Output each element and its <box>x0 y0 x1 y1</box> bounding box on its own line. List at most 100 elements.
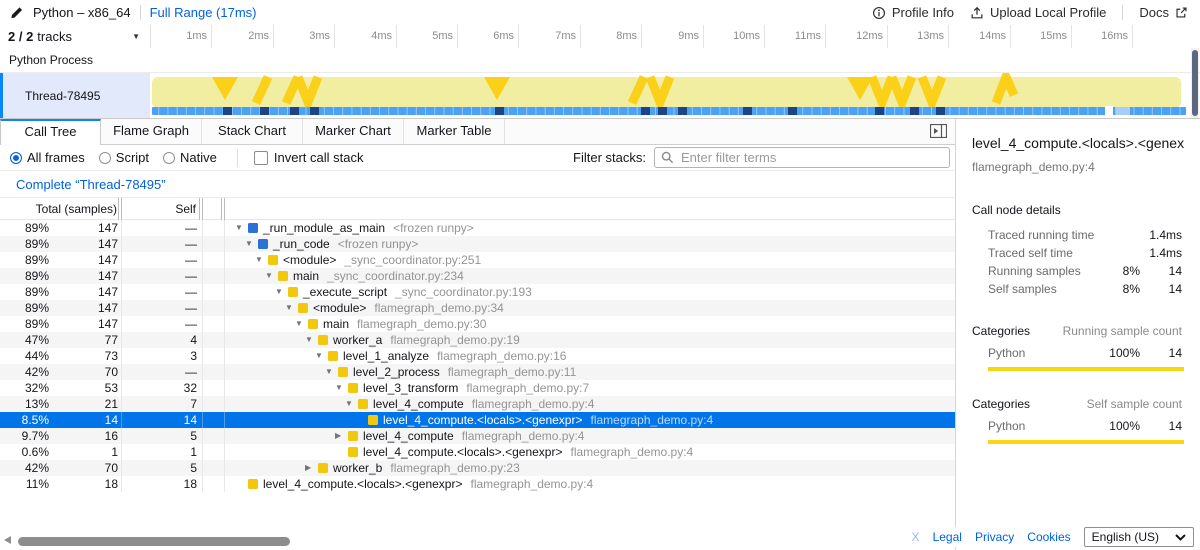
thread-track-label[interactable]: Thread-78495 <box>3 73 150 118</box>
tab-flame-graph[interactable]: Flame Graph <box>101 119 202 144</box>
function-name: main <box>323 316 349 332</box>
table-row[interactable]: 42%705▶worker_bflamegraph_demo.py:23 <box>0 460 955 476</box>
table-row[interactable]: 8.5%1414level_4_compute.<locals>.<genexp… <box>0 412 955 428</box>
tab-stack-chart[interactable]: Stack Chart <box>202 119 303 144</box>
tracks-selector[interactable]: 2 / 2 tracks ▼ <box>0 25 150 48</box>
collapse-arrow-icon[interactable]: ▼ <box>305 332 318 348</box>
stat-row: Traced running time1.4ms <box>956 226 1200 244</box>
collapse-arrow-icon[interactable]: ▼ <box>285 300 298 316</box>
full-range-link[interactable]: Full Range (17ms) <box>150 5 257 20</box>
collapse-arrow-icon[interactable]: ▼ <box>265 268 278 284</box>
function-name: main <box>293 268 319 284</box>
tab-marker-chart[interactable]: Marker Chart <box>303 119 404 144</box>
footer-link-legal[interactable]: Legal <box>933 530 962 544</box>
row-total-percent: 89% <box>0 220 52 236</box>
expand-arrow-icon[interactable]: ▶ <box>335 428 348 444</box>
profile-info-button[interactable]: Profile Info <box>872 5 954 20</box>
categories-title: Categories <box>972 397 1087 411</box>
timeline-vertical-scrollbar[interactable] <box>1191 48 1199 118</box>
tab-call-tree[interactable]: Call Tree <box>0 119 101 145</box>
table-row[interactable]: 44%733▼level_1_analyzeflamegraph_demo.py… <box>0 348 955 364</box>
function-name: <module> <box>283 252 336 268</box>
row-samples: 18 <box>52 476 122 492</box>
collapse-arrow-icon[interactable]: ▼ <box>275 284 288 300</box>
table-row[interactable]: 89%147—▼_run_code<frozen runpy> <box>0 236 955 252</box>
row-samples: 147 <box>52 252 122 268</box>
invert-call-stack-toggle[interactable]: Invert call stack <box>254 150 364 165</box>
table-row[interactable]: 89%147—▼<module>_sync_coordinator.py:251 <box>0 252 955 268</box>
table-row[interactable]: 13%217▼level_4_computeflamegraph_demo.py… <box>0 396 955 412</box>
collapse-arrow-icon[interactable]: ▼ <box>245 236 258 252</box>
footer-x-link[interactable]: X <box>912 530 920 544</box>
table-row[interactable]: 11%1818level_4_compute.<locals>.<genexpr… <box>0 476 955 492</box>
table-row[interactable]: 89%147—▼main_sync_coordinator.py:234 <box>0 268 955 284</box>
footer-link-privacy[interactable]: Privacy <box>975 530 1014 544</box>
radio-button[interactable] <box>99 152 111 164</box>
column-header-self[interactable]: Self <box>122 198 203 220</box>
table-row[interactable]: 32%5332▼level_3_transformflamegraph_demo… <box>0 380 955 396</box>
radio-script[interactable]: Script <box>99 150 149 165</box>
row-function-cell: level_4_compute.<locals>.<genexpr>flameg… <box>225 444 955 460</box>
language-select[interactable]: English (US) <box>1084 527 1194 547</box>
vertical-scrollbar-thumb[interactable] <box>1192 50 1198 116</box>
row-self: 14 <box>122 412 203 428</box>
collapse-arrow-icon[interactable]: ▼ <box>325 364 338 380</box>
row-self: 5 <box>122 460 203 476</box>
radio-all-frames[interactable]: All frames <box>10 150 85 165</box>
function-name: worker_a <box>333 332 382 348</box>
invert-checkbox[interactable] <box>254 151 268 165</box>
row-spacer <box>203 476 225 492</box>
table-row[interactable]: 0.6%11level_4_compute.<locals>.<genexpr>… <box>0 444 955 460</box>
row-total-percent: 44% <box>0 348 52 364</box>
horizontal-scrollbar-left-arrow[interactable] <box>4 536 11 544</box>
sidebar-toggle-icon[interactable] <box>930 124 947 138</box>
ruler-tick: 3ms <box>265 25 335 48</box>
category-row: Python100%14 <box>956 417 1200 435</box>
radio-button[interactable] <box>10 152 22 164</box>
expand-arrow-icon[interactable]: ▶ <box>305 460 318 476</box>
collapse-arrow-icon[interactable]: ▼ <box>255 252 268 268</box>
table-row[interactable]: 47%774▼worker_aflamegraph_demo.py:19 <box>0 332 955 348</box>
row-self: — <box>122 300 203 316</box>
breadcrumb[interactable]: Complete “Thread-78495” <box>16 177 166 192</box>
tracks-dropdown-arrow-icon[interactable]: ▼ <box>132 32 140 41</box>
call-tree-panel: Call TreeFlame GraphStack ChartMarker Ch… <box>0 118 955 550</box>
tab-marker-table[interactable]: Marker Table <box>404 119 505 144</box>
thread-activity-graph[interactable] <box>150 73 1191 118</box>
horizontal-scrollbar-thumb[interactable] <box>18 537 290 546</box>
table-row[interactable]: 42%70—▼level_2_processflamegraph_demo.py… <box>0 364 955 380</box>
radio-button[interactable] <box>163 152 175 164</box>
table-row[interactable]: 89%147—▼_run_module_as_main<frozen runpy… <box>0 220 955 236</box>
row-self: 5 <box>122 428 203 444</box>
function-name: level_3_transform <box>363 380 458 396</box>
category-blue-icon <box>248 223 258 233</box>
edit-pencil-icon[interactable] <box>10 5 24 20</box>
thread-track[interactable]: Thread-78495 <box>0 73 1200 118</box>
table-row[interactable]: 89%147—▼_execute_script_sync_coordinator… <box>0 284 955 300</box>
collapse-arrow-icon[interactable]: ▼ <box>235 220 248 236</box>
row-spacer <box>203 444 225 460</box>
table-row[interactable]: 9.7%165▶level_4_computeflamegraph_demo.p… <box>0 428 955 444</box>
row-samples: 147 <box>52 284 122 300</box>
function-name: level_4_compute <box>363 428 454 444</box>
collapse-arrow-icon[interactable]: ▼ <box>295 316 308 332</box>
row-samples: 77 <box>52 332 122 348</box>
column-header-total[interactable]: Total (samples) <box>0 198 122 220</box>
filter-input[interactable] <box>679 149 943 166</box>
docs-link[interactable]: Docs <box>1139 5 1188 20</box>
row-total-percent: 42% <box>0 460 52 476</box>
footer-link-cookies[interactable]: Cookies <box>1027 530 1070 544</box>
filter-input-box[interactable] <box>654 147 950 168</box>
stat-label: Traced running time <box>988 228 1098 242</box>
upload-profile-button[interactable]: Upload Local Profile <box>970 5 1106 20</box>
process-track-header[interactable]: Python Process <box>0 48 1200 73</box>
collapse-arrow-icon[interactable]: ▼ <box>315 348 328 364</box>
collapse-arrow-icon[interactable]: ▼ <box>345 396 358 412</box>
collapse-arrow-icon[interactable]: ▼ <box>335 380 348 396</box>
table-row[interactable]: 89%147—▼<module>flamegraph_demo.py:34 <box>0 300 955 316</box>
table-row[interactable]: 89%147—▼mainflamegraph_demo.py:30 <box>0 316 955 332</box>
radio-native[interactable]: Native <box>163 150 217 165</box>
stat-value: 14 <box>1140 282 1182 296</box>
profile-title: Python – x86_64 <box>33 5 131 20</box>
function-location: _sync_coordinator.py:234 <box>327 268 464 284</box>
